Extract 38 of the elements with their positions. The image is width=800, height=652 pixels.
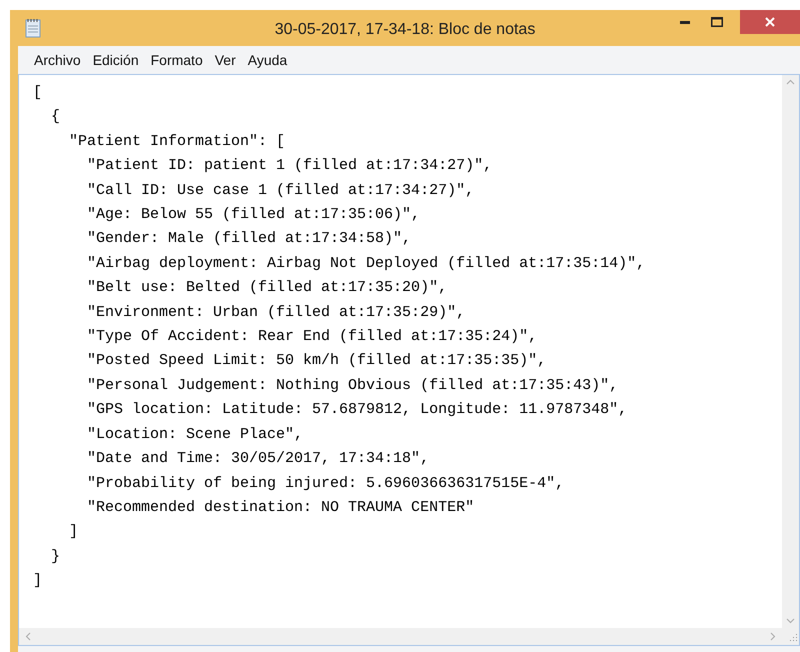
text-line: "Location: Scene Place", [86, 424, 304, 445]
menu-item[interactable]: Ayuda [244, 50, 292, 70]
minimize-icon [680, 20, 690, 24]
text-line: "Probability of being injured: 5.696036636317515E-4", [86, 474, 564, 494]
text-line: [ [33, 83, 42, 103]
vertical-scrollbar[interactable] [782, 75, 799, 628]
scroll-down-icon[interactable] [786, 618, 795, 624]
text-line: { [50, 107, 60, 128]
menu-item[interactable]: Ver [210, 50, 240, 70]
text-line: "Patient ID: patient 1 (filled at:17:34:27)", [86, 156, 492, 176]
close-icon [765, 17, 775, 27]
text-line: "Environment: Urban (filled at:17:35:29)", [86, 302, 466, 323]
scroll-up-icon[interactable] [786, 79, 795, 85]
text-line: "Airbag deployment: Airbag Not Deployed (filled at:17:35:14)", [86, 254, 646, 274]
menu-item[interactable]: Formato [146, 50, 207, 70]
text-line: "Patient Information": [ [68, 132, 286, 152]
menu-item[interactable]: Edición [88, 50, 143, 70]
text-line: "Recommended destination: NO TRAUMA CENTER" [86, 498, 474, 518]
text-line: ] [33, 571, 42, 592]
text-line: "Call ID: Use case 1 (filled at:17:34:27)", [86, 180, 474, 201]
text-line: "GPS location: Latitude: 57.6879812, Longitude: 11.9787348", [86, 400, 628, 420]
text-line: "Date and Time: 30/05/2017, 17:34:18", [86, 449, 430, 470]
scroll-left-icon[interactable] [25, 632, 31, 641]
window-title: 30-05-2017, 17-34-18: Bloc de notas [274, 20, 536, 40]
menu-item[interactable]: Archivo [30, 50, 85, 70]
text-line: "Type Of Accident: Rear End (filled at:17:35:24)", [86, 327, 538, 348]
text-line: ] [68, 522, 78, 542]
text-line: "Posted Speed Limit: 50 km/h (filled at:17:35:35)", [86, 351, 546, 372]
close-button[interactable] [740, 10, 800, 34]
text-line: "Age: Below 55 (filled at:17:35:06)", [86, 205, 420, 226]
text-line: } [50, 546, 60, 567]
maximize-icon [711, 17, 723, 27]
scroll-right-icon[interactable] [770, 632, 776, 641]
text-line: "Personal Judgement: Nothing Obvious (filled at:17:35:43)", [86, 376, 618, 396]
text-line: "Gender: Male (filled at:17:34:58)", [86, 229, 412, 250]
text-line: "Belt use: Belted (filled at:17:35:20)", [86, 278, 448, 298]
notepad-icon [24, 18, 42, 38]
horizontal-scrollbar[interactable] [19, 628, 782, 645]
